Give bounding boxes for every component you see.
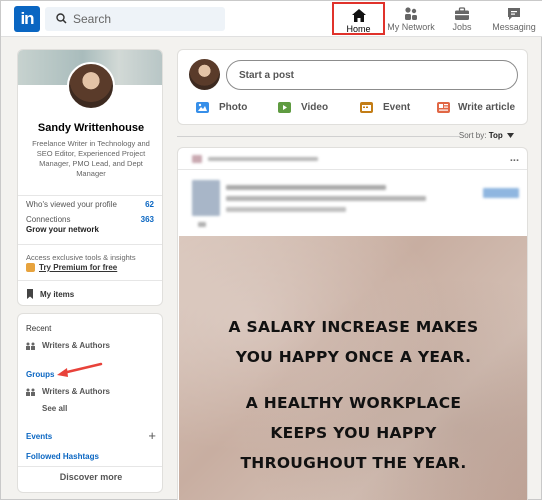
divider: [18, 466, 162, 467]
profile-card: Sandy Writtenhouse Freelance Writer in T…: [17, 49, 163, 306]
chevron-down-icon: [507, 133, 514, 138]
post-image-text-line: THROUGHOUT THE YEAR.: [240, 454, 467, 472]
share-box: Start a post Photo Video Event Write art…: [177, 49, 528, 125]
sort-value: Top: [488, 131, 503, 140]
nav-jobs-label: Jobs: [452, 22, 472, 32]
groups-link[interactable]: Groups: [26, 370, 54, 379]
post-image-text-line: A HEALTHY WORKPLACE: [245, 394, 462, 412]
feed-sort-bar: Sort by: Top: [177, 131, 528, 141]
briefcase-icon: [455, 7, 469, 20]
photo-button[interactable]: Photo: [196, 102, 247, 113]
connections-label[interactable]: Connections: [26, 215, 70, 224]
annotation-arrow: [57, 362, 103, 377]
search-box[interactable]: [45, 7, 225, 31]
messaging-icon: [508, 8, 520, 20]
recent-groups-card: Recent Writers & Authors Groups Writers …: [17, 313, 163, 493]
write-article-label: Write article: [458, 102, 516, 113]
premium-teaser: Access exclusive tools & insights: [26, 253, 136, 262]
grow-network-link[interactable]: Grow your network: [26, 225, 99, 234]
post-image-text-line: KEEPS YOU HAPPY: [270, 424, 437, 442]
video-label: Video: [301, 102, 329, 113]
recent-label: Recent: [26, 324, 52, 333]
divider: [18, 195, 162, 196]
search-input[interactable]: [71, 7, 221, 31]
divider: [177, 136, 459, 137]
photo-icon: [196, 102, 209, 113]
blurred-follow-button[interactable]: [483, 188, 519, 198]
photo-label: Photo: [219, 102, 248, 113]
divider: [178, 169, 527, 170]
try-premium-link[interactable]: Try Premium for free: [26, 263, 117, 272]
premium-icon: [26, 263, 35, 272]
nav-my-network-label: My Network: [387, 22, 435, 32]
group-item[interactable]: Writers & Authors: [26, 387, 110, 396]
nav-home[interactable]: Home: [332, 2, 385, 35]
nav-jobs[interactable]: Jobs: [445, 3, 479, 35]
profile-headline: Freelance Writer in Technology and SEO E…: [32, 139, 150, 178]
video-icon: [278, 102, 291, 113]
home-icon: [351, 9, 366, 22]
post-image-text-line: YOU HAPPY ONCE A YEAR.: [235, 348, 472, 366]
bookmark-icon: [27, 289, 33, 299]
blurred-content: [208, 157, 318, 161]
group-item-label: Writers & Authors: [42, 387, 111, 396]
avatar[interactable]: [67, 62, 115, 110]
network-icon: [405, 7, 417, 20]
nav-messaging[interactable]: Messaging: [492, 3, 536, 35]
post-image[interactable]: A SALARY INCREASE MAKES YOU HAPPY ONCE A…: [179, 236, 527, 500]
event-button[interactable]: Event: [360, 102, 410, 113]
divider: [18, 280, 162, 281]
profile-name[interactable]: Sandy Writtenhouse: [18, 122, 162, 134]
linkedin-logo[interactable]: in: [14, 6, 40, 32]
article-icon: [437, 102, 450, 113]
post-image-text-line: A SALARY INCREASE MAKES: [228, 318, 479, 336]
blurred-avatar: [192, 180, 220, 216]
nav-messaging-label: Messaging: [492, 22, 536, 32]
group-icon: [26, 388, 35, 396]
top-navbar: in Home My Network Jobs Messaging: [1, 1, 542, 37]
add-event-button[interactable]: +: [148, 428, 156, 443]
blurred-content: [192, 155, 202, 163]
viewed-profile-count[interactable]: 62: [145, 200, 154, 209]
blurred-content: [226, 207, 346, 212]
see-all-link[interactable]: See all: [42, 404, 67, 413]
event-icon: [360, 102, 373, 113]
discover-more-button[interactable]: Discover more: [18, 472, 162, 482]
event-label: Event: [383, 102, 411, 113]
video-button[interactable]: Video: [278, 102, 328, 113]
blurred-content: [226, 196, 426, 201]
recent-item-label: Writers & Authors: [42, 341, 111, 350]
feed-post: ... A SALARY INCREASE MAKES YOU HAPPY ON…: [177, 147, 528, 500]
viewed-profile-label[interactable]: Who's viewed your profile: [26, 200, 117, 209]
my-items-label: My items: [40, 289, 75, 299]
divider: [18, 244, 162, 245]
start-post-button[interactable]: Start a post: [226, 60, 518, 90]
blurred-content: [226, 185, 386, 190]
nav-my-network[interactable]: My Network: [386, 3, 436, 35]
search-icon: [56, 13, 67, 24]
post-menu-button[interactable]: ...: [510, 152, 519, 164]
followed-hashtags-link[interactable]: Followed Hashtags: [26, 452, 99, 461]
blurred-content: [198, 222, 206, 227]
events-link[interactable]: Events: [26, 432, 52, 441]
sort-dropdown[interactable]: Sort by: Top: [459, 131, 514, 140]
group-icon: [26, 342, 35, 350]
connections-count[interactable]: 363: [141, 215, 154, 224]
write-article-button[interactable]: Write article: [437, 102, 515, 113]
nav-home-label: Home: [346, 24, 371, 34]
my-items-link[interactable]: My items: [26, 289, 74, 299]
avatar[interactable]: [189, 59, 220, 90]
try-premium-label: Try Premium for free: [39, 263, 118, 272]
recent-item[interactable]: Writers & Authors: [26, 341, 110, 350]
sort-label: Sort by:: [458, 131, 487, 140]
